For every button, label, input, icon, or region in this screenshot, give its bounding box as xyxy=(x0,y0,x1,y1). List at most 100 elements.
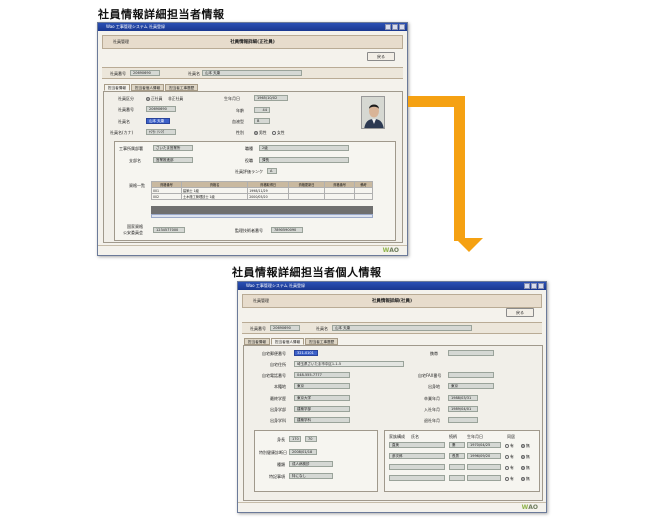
family-name-field[interactable]: 彦次郎 xyxy=(389,453,445,459)
family-birth-field[interactable] xyxy=(467,464,501,470)
kokken-field[interactable]: 1234577000 xyxy=(153,227,185,233)
personal-info-panel: 自宅郵便番号 321-0101 自宅住所 埼玉県さいたま市中区1-1-5 自宅電… xyxy=(243,345,543,501)
qual-cell xyxy=(287,193,326,200)
maximize-icon[interactable] xyxy=(392,24,398,30)
family-birth-field[interactable]: 1970/04/25 xyxy=(467,442,501,448)
kubun-regular-radio[interactable]: 正社員 xyxy=(146,96,162,102)
window-titlebar: Wao 工事管理システム 社員登録 xyxy=(98,23,407,31)
family-birth-field[interactable]: 1996/09/20 xyxy=(467,453,501,459)
addr-label: 自宅住所 xyxy=(270,362,286,367)
faculty-field[interactable]: 建築学部 xyxy=(294,406,350,412)
id-bar: 社員番号 20690690 社員名 山本 天康 xyxy=(242,322,542,334)
cohabit-no-radio[interactable]: 無 xyxy=(521,465,530,471)
tab-staff-info[interactable]: 担当者情報 xyxy=(104,84,130,91)
family-relation-field[interactable]: 長男 xyxy=(449,453,465,459)
special-label: 特記事項 xyxy=(269,474,285,479)
cohabit-yes-radio[interactable]: 有 xyxy=(505,465,514,471)
tab-personal-info[interactable]: 担当者個人情報 xyxy=(270,338,305,345)
blood-field[interactable]: B xyxy=(254,118,270,124)
dept-field[interactable]: 営業推進部 xyxy=(153,157,193,163)
maximize-icon[interactable] xyxy=(531,283,537,289)
family-name-field[interactable]: 直美 xyxy=(389,442,445,448)
insurance-field[interactable]: 成人病検診 xyxy=(289,461,333,467)
grad-field[interactable]: 1988/03/31 xyxy=(448,395,478,401)
cohabit-no-radio[interactable]: 無 xyxy=(521,476,530,482)
window-title: Wao 工事管理システム 社員登録 xyxy=(106,24,166,29)
family-relation-field[interactable]: 妻 xyxy=(449,442,465,448)
family-relation-field[interactable] xyxy=(449,475,465,481)
kubun-nonregular-radio[interactable]: 非正社員 xyxy=(168,96,183,102)
cohabit-yes-radio[interactable]: 有 xyxy=(505,476,514,482)
caption-bottom: 社員情報詳細担当者個人情報 xyxy=(232,266,382,279)
cohabit-yes-radio[interactable]: 有 xyxy=(505,454,514,460)
family-name-field[interactable] xyxy=(389,475,445,481)
qual-cell: 2000/05/20 xyxy=(247,193,289,200)
close-icon[interactable] xyxy=(538,283,544,289)
no-field[interactable]: 20690690 xyxy=(146,106,176,112)
tab-work-history[interactable]: 担当者工事履歴 xyxy=(165,84,199,91)
tab-staff-info[interactable]: 担当者情報 xyxy=(244,338,270,345)
subject-field[interactable]: 建築学科 xyxy=(294,417,350,423)
window-title: Wao 工事管理システム 社員登録 xyxy=(246,283,306,288)
join-field[interactable]: 1989/04/01 xyxy=(448,406,478,412)
back-button[interactable]: 戻る xyxy=(367,52,395,61)
sex-female-radio[interactable]: 女性 xyxy=(272,130,285,136)
family-birth-field[interactable] xyxy=(467,475,501,481)
tel-field[interactable]: 048-555-7777 xyxy=(294,372,350,378)
born-label: 本籍地 xyxy=(274,384,286,389)
cohabit-yes-radio[interactable]: 有 xyxy=(505,443,514,449)
family-relation-field[interactable] xyxy=(449,464,465,470)
rank-field[interactable]: A xyxy=(267,168,277,174)
emp-name-label: 社員名 xyxy=(118,119,130,124)
table-row[interactable]: 002 土木施工管理技士 1級 2000/05/20 xyxy=(150,193,373,200)
id-field[interactable]: 20690690 xyxy=(270,325,300,331)
name-field[interactable]: 山本 天康 xyxy=(332,325,472,331)
minimize-icon[interactable] xyxy=(385,24,391,30)
health-field[interactable]: 2008/01/18 xyxy=(289,449,317,455)
id-label: 社員番号 xyxy=(110,71,126,76)
cohabit-no-radio[interactable]: 無 xyxy=(521,454,530,460)
caption-top: 社員情報詳細担当者情報 xyxy=(98,8,225,21)
dept-label: 支部名 xyxy=(129,158,141,163)
tab-work-history[interactable]: 担当者工事履歴 xyxy=(305,338,339,345)
family-name-field[interactable] xyxy=(389,464,445,470)
quit-field[interactable] xyxy=(448,417,478,423)
status-bar: WAO xyxy=(238,502,546,512)
height-label: 身長 xyxy=(277,437,285,442)
kubun-label: 社員区分 xyxy=(118,96,134,101)
quit-label: 退社年月 xyxy=(424,418,440,423)
addr-field[interactable]: 埼玉県さいたま市中区1-1-5 xyxy=(294,361,404,367)
employee-photo xyxy=(361,96,385,129)
kanri-field[interactable]: 7890590090 xyxy=(271,227,303,233)
special-field[interactable]: 特になし xyxy=(289,473,333,479)
horizontal-scrollbar[interactable] xyxy=(151,214,373,218)
family-box: 家族構成 氏名 続柄 生年月日 同居 直美妻 1970/04/25 有無彦次郎 長男 1… xyxy=(384,430,540,492)
home-field[interactable]: 東京 xyxy=(448,383,494,389)
height-field[interactable]: 170 xyxy=(289,436,301,442)
tab-strip: 担当者情報 担当者個人情報 担当者工事履歴 xyxy=(244,338,339,345)
tab-personal-info[interactable]: 担当者個人情報 xyxy=(130,84,165,91)
zip-field[interactable]: 321-0101 xyxy=(294,350,318,356)
close-icon[interactable] xyxy=(399,24,405,30)
cohabit-no-radio[interactable]: 無 xyxy=(521,443,530,449)
role-field[interactable]: 課長 xyxy=(259,157,349,163)
birth-field[interactable]: 1965/10/02 xyxy=(254,95,288,101)
born-field[interactable]: 東京 xyxy=(294,383,350,389)
sex-male-radio[interactable]: 男性 xyxy=(254,130,267,136)
back-button[interactable]: 戻る xyxy=(506,308,534,317)
name-field[interactable]: 山本 天康 xyxy=(202,70,302,76)
fax-field[interactable] xyxy=(448,372,494,378)
health-box: 身長 170 70 特別健康診断日 2008/01/18 種類 成人病検診 特記… xyxy=(254,430,378,492)
birth-label: 生年月日 xyxy=(224,96,240,101)
office-field[interactable]: さいたま営業所 xyxy=(153,145,193,151)
family-header-composition: 家族構成 xyxy=(389,434,405,439)
weight-field[interactable]: 70 xyxy=(305,436,317,442)
school-field[interactable]: 東京大学 xyxy=(294,395,350,401)
post-field[interactable]: 2級 xyxy=(259,145,349,151)
emp-name-field[interactable]: 山本 天康 xyxy=(146,118,170,124)
id-field[interactable]: 20690690 xyxy=(130,70,160,76)
mobile-field[interactable] xyxy=(448,350,494,356)
minimize-icon[interactable] xyxy=(524,283,530,289)
kana-field[interactable]: ﾔﾏﾓﾄ ﾃﾝｺｳ xyxy=(146,129,176,135)
age-field[interactable]: 44 xyxy=(254,107,270,113)
